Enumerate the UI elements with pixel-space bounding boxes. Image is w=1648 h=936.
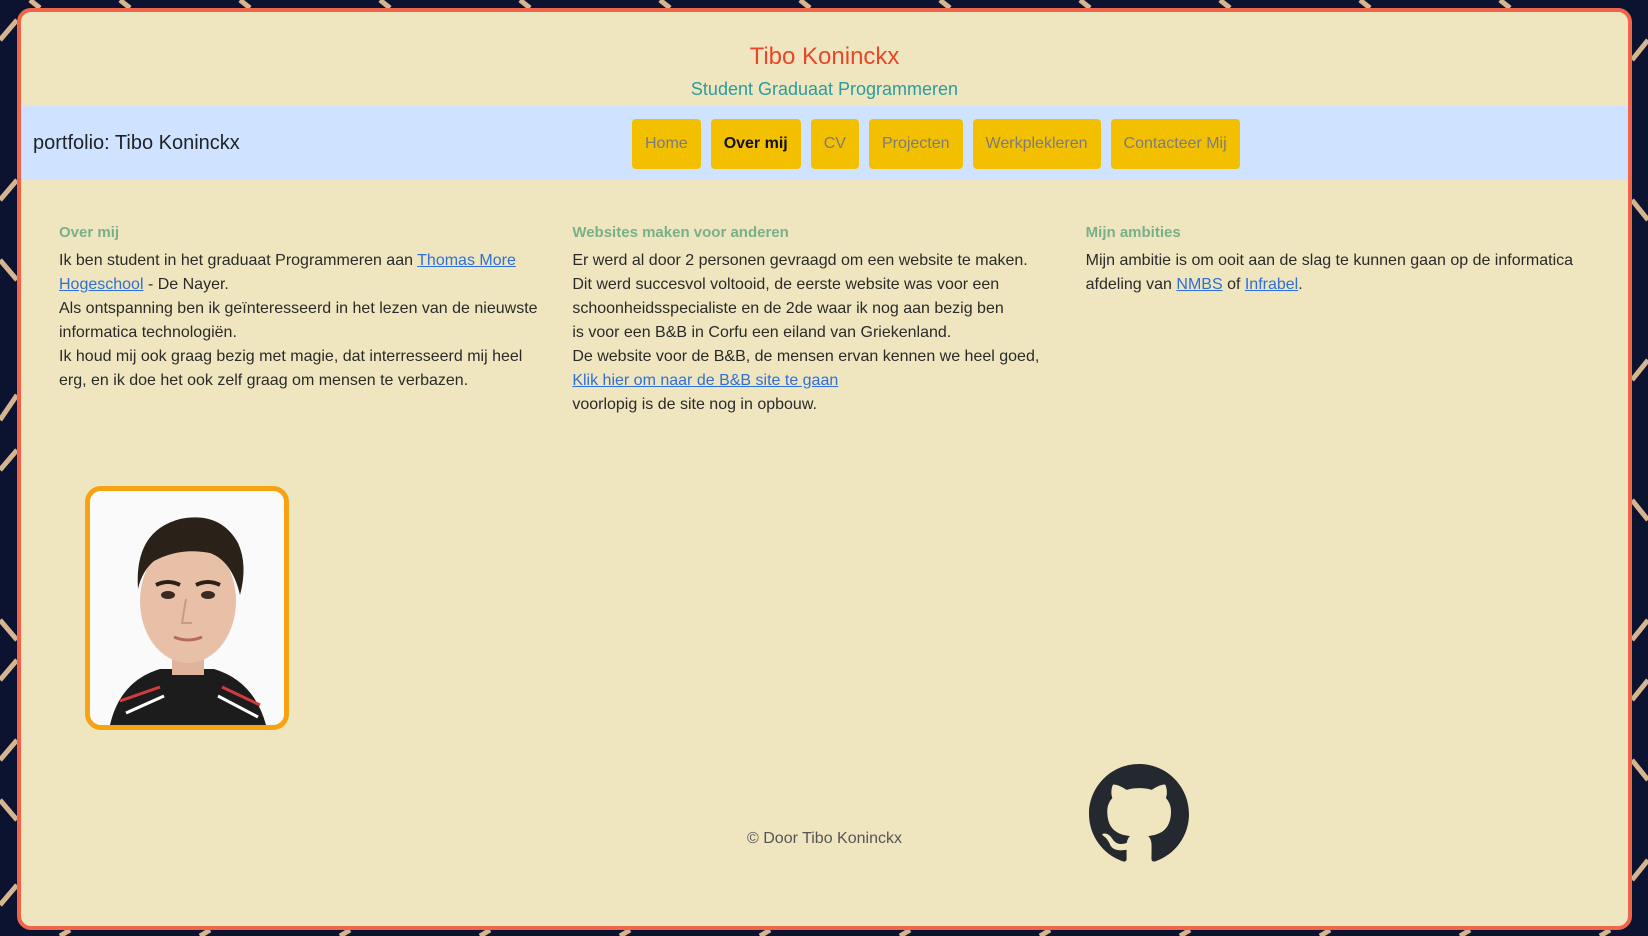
about-text-suffix: - De Nayer. [143, 276, 229, 293]
nav-cv-button[interactable]: CV [810, 119, 859, 169]
about-text-intro: Ik ben student in het graduaat Programme… [59, 252, 418, 269]
ambitions-text-intro: Mijn ambitie is om ooit aan de slag te k… [1085, 252, 1574, 293]
websites-text: Er werd al door 2 personen gevraagd om e… [572, 249, 1065, 417]
footer-copyright: © Door Tibo Koninckx [747, 830, 902, 847]
nav-home-button[interactable]: Home [632, 119, 701, 169]
websites-line-4: De website voor de B&B, de mensen ervan … [572, 348, 1040, 365]
profile-photo [85, 486, 289, 730]
websites-line-2: Dit werd succesvol voltooid, de eerste w… [572, 276, 1004, 317]
about-text-relaxation: Als ontspanning ben ik geïnteresseerd in… [59, 300, 538, 341]
ambitions-heading: Mijn ambities [1085, 224, 1181, 241]
about-heading: Over mij [59, 224, 120, 241]
nav-contacteer-mij-button[interactable]: Contacteer Mij [1110, 119, 1240, 169]
websites-section: Websites maken voor anderen Er werd al d… [572, 224, 1085, 417]
navbar: portfolio: Tibo Koninckx Home Over mij C… [21, 106, 1628, 180]
nav-werkplekleren-button[interactable]: Werkplekleren [972, 119, 1101, 169]
page-header: Tibo Koninckx Student Graduaat Programme… [21, 12, 1628, 102]
content-columns: Over mij Ik ben student in het graduaat … [59, 224, 1599, 417]
site-subtitle: Student Graduaat Programmeren [690, 79, 959, 99]
github-icon[interactable] [1089, 764, 1189, 864]
websites-line-5: voorlopig is de site nog in opbouw. [572, 396, 817, 413]
websites-line-3: is voor een B&B in Corfu een eiland van … [572, 324, 952, 341]
navbar-brand[interactable]: portfolio: Tibo Koninckx [33, 130, 240, 156]
infrabel-link[interactable]: Infrabel [1245, 276, 1298, 293]
ambitions-text-end: . [1298, 276, 1303, 293]
ambitions-text-or: of [1222, 276, 1245, 293]
websites-line-1: Er werd al door 2 personen gevraagd om e… [572, 252, 1028, 269]
about-text: Ik ben student in het graduaat Programme… [59, 249, 552, 393]
about-section: Over mij Ik ben student in het graduaat … [59, 224, 572, 417]
site-title: Tibo Koninckx [749, 43, 900, 70]
nmbs-link[interactable]: NMBS [1176, 276, 1222, 293]
nav-over-mij-button[interactable]: Over mij [710, 119, 801, 169]
about-text-magic: Ik houd mij ook graag bezig met magie, d… [59, 348, 523, 389]
portfolio-card: Tibo Koninckx Student Graduaat Programme… [17, 8, 1632, 930]
websites-heading: Websites maken voor anderen [572, 224, 789, 241]
ambitions-text: Mijn ambitie is om ooit aan de slag te k… [1086, 249, 1579, 297]
nav-list: Home Over mij CV Projecten Werkplekleren… [632, 119, 1240, 169]
ambitions-section: Mijn ambities Mijn ambitie is om ooit aa… [1086, 224, 1599, 417]
bnb-site-link[interactable]: Klik hier om naar de B&B site te gaan [572, 372, 838, 389]
nav-projecten-button[interactable]: Projecten [868, 119, 963, 169]
